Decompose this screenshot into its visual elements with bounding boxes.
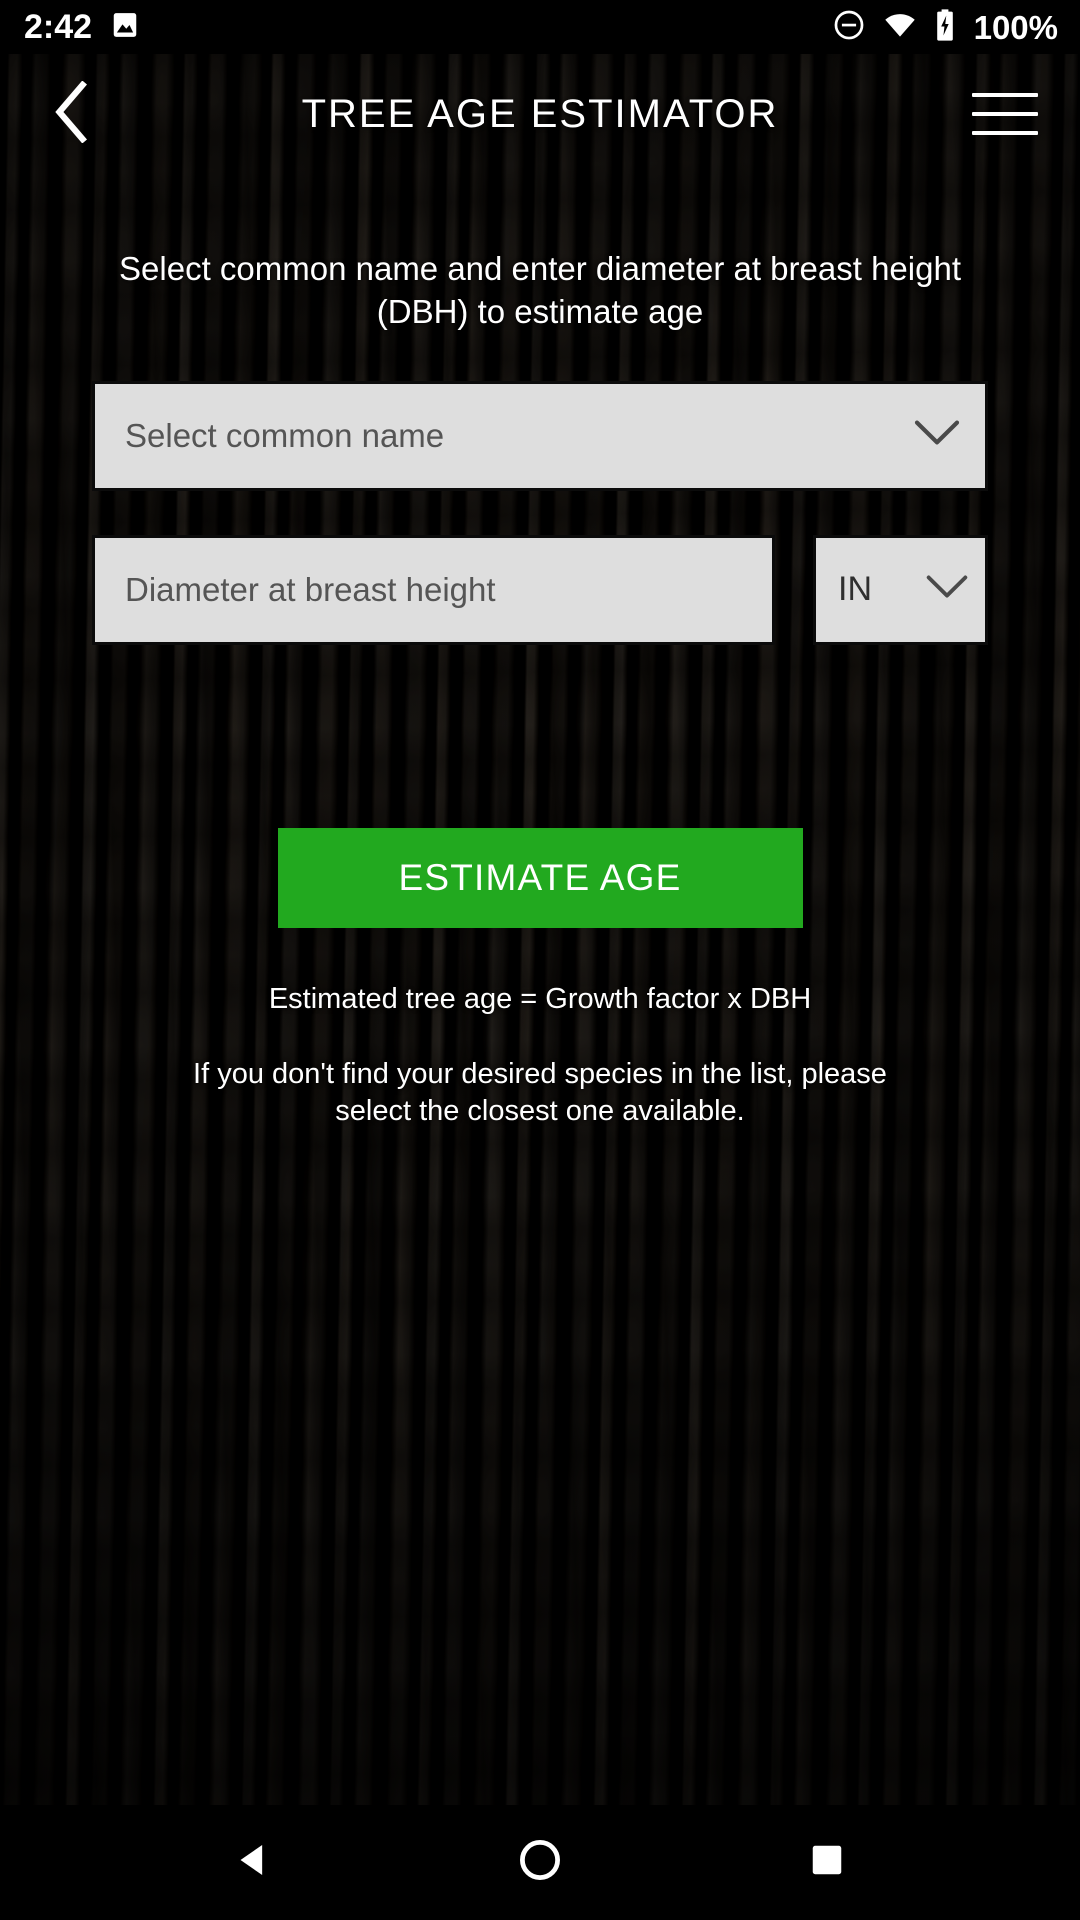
unit-select[interactable]: IN	[813, 534, 988, 645]
back-button[interactable]	[34, 77, 108, 151]
do-not-disturb-icon	[832, 8, 866, 47]
species-hint-note: If you don't find your desired species i…	[193, 1057, 887, 1128]
battery-charging-icon	[934, 8, 956, 47]
instructions-text: Select common name and enter diameter at…	[119, 250, 961, 330]
battery-percentage: 100%	[973, 8, 1058, 46]
chevron-down-icon	[925, 573, 969, 606]
nav-back-button[interactable]	[198, 1805, 308, 1920]
form-area: Select common name and enter diameter at…	[0, 248, 1080, 1131]
dbh-row: Diameter at breast height IN	[92, 534, 988, 645]
status-clock: 2:42	[24, 8, 93, 46]
formula-note: Estimated tree age = Growth factor x DBH	[268, 982, 812, 1015]
nav-recents-button[interactable]	[772, 1805, 882, 1920]
system-navigation-bar	[0, 1805, 1080, 1920]
hamburger-menu-icon-bar	[972, 93, 1038, 97]
estimate-age-button[interactable]: ESTIMATE AGE	[277, 827, 803, 928]
hamburger-menu-icon-bar	[972, 112, 1038, 116]
species-select[interactable]: Select common name	[92, 380, 988, 491]
wifi-icon	[882, 8, 918, 47]
app-body: TREE AGE ESTIMATOR Select common name an…	[0, 54, 1080, 1805]
dbh-input-placeholder: Diameter at breast height	[125, 570, 496, 608]
species-select-placeholder: Select common name	[125, 416, 445, 454]
hamburger-menu-button[interactable]	[968, 77, 1042, 151]
hamburger-menu-icon-bar	[972, 131, 1038, 135]
nav-home-button[interactable]	[485, 1805, 595, 1920]
chevron-left-icon	[51, 80, 91, 148]
image-icon	[110, 10, 140, 45]
phone-screen: 2:42 100% TREE AGE ESTIMATOR Select comm…	[0, 0, 1080, 1920]
dbh-input[interactable]: Diameter at breast height	[92, 534, 775, 645]
status-bar: 2:42 100%	[0, 0, 1080, 54]
home-circle-icon	[518, 1838, 562, 1887]
chevron-down-icon	[913, 418, 961, 453]
status-bar-left: 2:42	[24, 10, 140, 45]
status-bar-right: 100%	[832, 8, 1058, 47]
page-title: TREE AGE ESTIMATOR	[301, 91, 779, 136]
back-triangle-icon	[233, 1840, 273, 1885]
recents-square-icon	[808, 1841, 846, 1884]
unit-select-value: IN	[838, 570, 872, 609]
app-bar: TREE AGE ESTIMATOR	[0, 54, 1080, 174]
app-content: TREE AGE ESTIMATOR Select common name an…	[0, 54, 1080, 1805]
